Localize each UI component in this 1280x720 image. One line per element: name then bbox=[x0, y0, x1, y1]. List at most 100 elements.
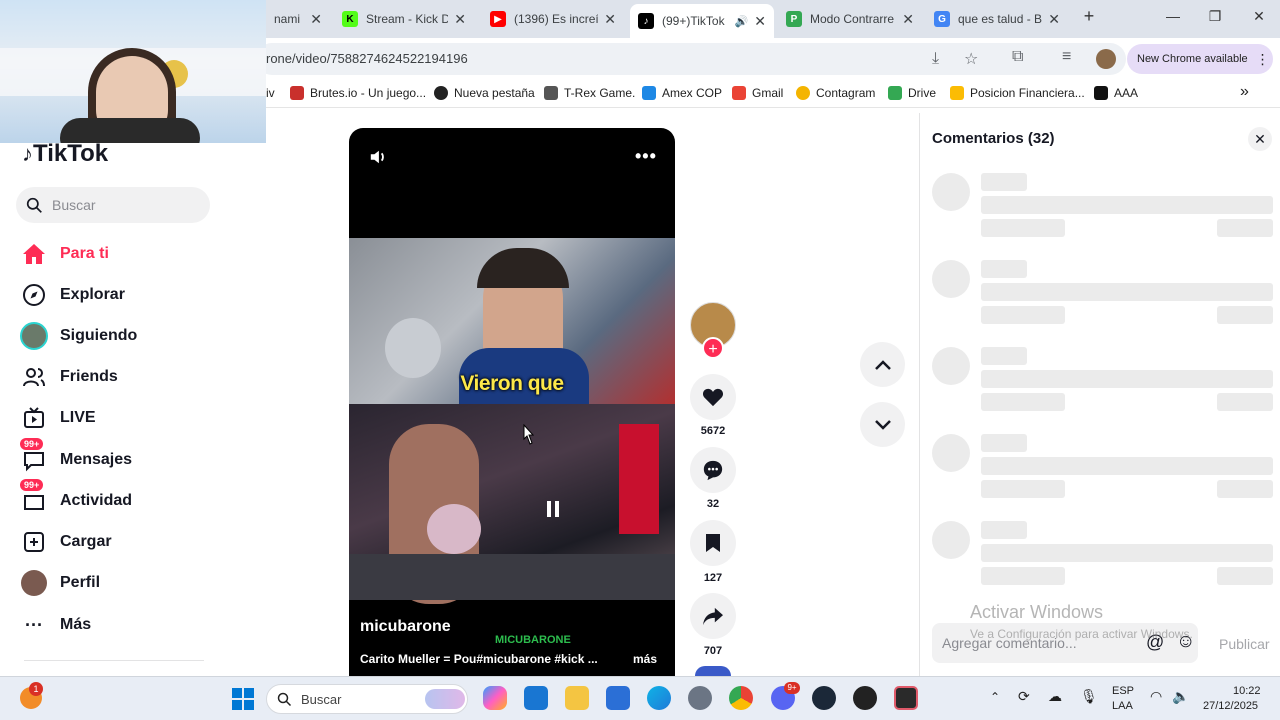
sync-icon[interactable]: ⟳ bbox=[1018, 688, 1030, 705]
address-bar[interactable]: rone/video/7588274624522194196 ⤓ ☆ bbox=[256, 43, 1126, 75]
maximize-button[interactable]: ❐ bbox=[1200, 8, 1230, 25]
bookmark-item[interactable]: Drive bbox=[888, 86, 936, 100]
microphone-icon[interactable]: 🎙 bbox=[1080, 688, 1098, 705]
see-more-link[interactable]: más bbox=[633, 652, 657, 666]
nav-item-mas[interactable]: ··· Más bbox=[20, 611, 91, 639]
comment-button[interactable] bbox=[690, 447, 736, 493]
music-disc-icon[interactable] bbox=[695, 666, 731, 676]
gmail-icon bbox=[732, 86, 746, 100]
like-button[interactable] bbox=[690, 374, 736, 420]
settings-gear-icon[interactable] bbox=[688, 686, 712, 710]
nav-item-mensajes[interactable]: 99+ Mensajes bbox=[20, 438, 132, 474]
clock-time[interactable]: 10:22 bbox=[1233, 685, 1261, 697]
language-indicator-sub[interactable]: LAA bbox=[1112, 700, 1133, 712]
steam-icon[interactable] bbox=[812, 686, 836, 710]
save-button[interactable] bbox=[690, 520, 736, 566]
taskbar-search[interactable]: Buscar bbox=[266, 684, 468, 714]
nav-item-cargar[interactable]: Cargar bbox=[20, 528, 112, 556]
nav-item-live[interactable]: LIVE bbox=[20, 404, 96, 432]
bookmark-item[interactable]: AAA bbox=[1094, 86, 1138, 100]
cloud-icon[interactable]: ☁ bbox=[1048, 688, 1062, 705]
bookmark-item[interactable]: Amex COP bbox=[642, 86, 722, 100]
new-chrome-available-button[interactable]: New Chrome available ⋮ bbox=[1127, 44, 1273, 74]
kick-favicon-icon: K bbox=[342, 11, 358, 27]
bookmark-item[interactable]: Nueva pestaña bbox=[434, 86, 535, 100]
new-tab-button[interactable]: + bbox=[1074, 6, 1104, 27]
bookmarks-overflow-icon[interactable]: » bbox=[1240, 83, 1249, 101]
previous-video-button[interactable] bbox=[860, 342, 905, 387]
file-explorer-icon[interactable] bbox=[565, 686, 589, 710]
nav-item-siguiendo[interactable]: Siguiendo bbox=[20, 322, 137, 350]
search-icon bbox=[26, 197, 42, 213]
outlook-icon[interactable] bbox=[524, 686, 548, 710]
notification-badge: 9+ bbox=[784, 682, 800, 694]
nav-item-perfil[interactable]: Perfil bbox=[20, 569, 100, 597]
close-window-button[interactable]: ✕ bbox=[1244, 8, 1274, 25]
nav-item-actividad[interactable]: 99+ Actividad bbox=[20, 479, 132, 515]
globe-icon bbox=[434, 86, 448, 100]
publish-button[interactable]: Publicar bbox=[1219, 636, 1270, 652]
epic-games-icon[interactable] bbox=[894, 686, 918, 710]
tiktok-logo[interactable]: ♪TikTok bbox=[22, 140, 108, 168]
browser-tab[interactable]: K Stream - Kick Da ✕ bbox=[334, 6, 474, 32]
extensions-icon[interactable]: ⧉ bbox=[1012, 48, 1023, 66]
next-video-button[interactable] bbox=[860, 402, 905, 447]
minimize-button[interactable]: — bbox=[1158, 8, 1188, 24]
audio-playing-icon[interactable]: 🔊 bbox=[735, 15, 749, 28]
close-comments-button[interactable]: ✕ bbox=[1248, 127, 1272, 151]
media-control-icon[interactable]: ≡ bbox=[1062, 48, 1071, 66]
close-tab-icon[interactable]: ✕ bbox=[754, 13, 766, 30]
follow-plus-icon[interactable]: + bbox=[702, 337, 724, 359]
copilot-icon[interactable] bbox=[483, 686, 507, 710]
activate-windows-watermark: Activar Windows bbox=[970, 602, 1104, 622]
video-player[interactable]: ••• Vieron que micubarone MICUBARONE Car… bbox=[349, 128, 675, 676]
browser-tab-active[interactable]: ♪ (99+)TikTok 🔊 ✕ bbox=[630, 4, 774, 38]
video-username[interactable]: micubarone bbox=[360, 618, 451, 636]
browser-tab[interactable]: ▶ (1396) Es increíb ✕ bbox=[482, 6, 624, 32]
kick-watermark: MICUBARONE bbox=[495, 634, 571, 646]
comment-skeleton bbox=[932, 173, 1274, 243]
more-options-icon[interactable]: ••• bbox=[635, 146, 657, 167]
share-button[interactable] bbox=[690, 593, 736, 639]
chrome-icon[interactable] bbox=[729, 686, 753, 710]
search-input[interactable]: Buscar bbox=[16, 187, 210, 223]
store-icon[interactable] bbox=[606, 686, 630, 710]
clock-date[interactable]: 27/12/2025 bbox=[1203, 700, 1258, 712]
nav-item-friends[interactable]: Friends bbox=[20, 363, 118, 391]
share-icon bbox=[703, 607, 723, 626]
url-text[interactable]: rone/video/7588274624522194196 bbox=[266, 51, 468, 66]
volume-icon[interactable] bbox=[369, 148, 387, 171]
bookmark-item[interactable]: Contagram bbox=[796, 86, 875, 100]
bookmark-item[interactable]: Gmail bbox=[732, 86, 783, 100]
windows-start-icon[interactable] bbox=[232, 688, 254, 710]
chevron-up-icon bbox=[874, 359, 891, 370]
wifi-icon[interactable]: ◠ bbox=[1150, 688, 1162, 705]
obs-icon[interactable] bbox=[853, 686, 877, 710]
close-tab-icon[interactable]: ✕ bbox=[454, 11, 466, 28]
close-tab-icon[interactable]: ✕ bbox=[1048, 11, 1060, 28]
profile-avatar-icon[interactable] bbox=[1096, 49, 1116, 69]
bookmark-item[interactable]: iv bbox=[266, 86, 275, 100]
browser-tab[interactable]: P Modo Contrarre ✕ bbox=[778, 6, 922, 32]
bookmark-star-icon[interactable]: ☆ bbox=[964, 49, 978, 69]
close-tab-icon[interactable]: ✕ bbox=[604, 11, 616, 28]
close-tab-icon[interactable]: ✕ bbox=[310, 11, 322, 28]
video-description: Carito Mueller = Pou#micubarone #kick ..… bbox=[360, 652, 598, 666]
close-tab-icon[interactable]: ✕ bbox=[902, 11, 914, 28]
pause-icon[interactable] bbox=[545, 500, 561, 523]
browser-tab[interactable]: G que es talud - B ✕ bbox=[926, 6, 1068, 32]
language-indicator[interactable]: ESP bbox=[1112, 685, 1134, 697]
bookmark-item[interactable]: Posicion Financiera... bbox=[950, 86, 1085, 100]
comment-skeleton bbox=[932, 521, 1274, 591]
save-count: 127 bbox=[703, 572, 723, 584]
browser-tab[interactable]: nami ✕ bbox=[266, 6, 330, 32]
nav-item-explorar[interactable]: Explorar bbox=[20, 281, 125, 309]
kebab-menu-icon: ⋮ bbox=[1255, 50, 1270, 67]
speaker-icon[interactable]: 🔈 bbox=[1172, 688, 1189, 705]
bookmark-item[interactable]: T-Rex Game. bbox=[544, 86, 635, 100]
nav-item-para-ti[interactable]: Para ti bbox=[20, 240, 109, 268]
install-app-icon[interactable]: ⤓ bbox=[932, 50, 939, 68]
bookmark-item[interactable]: Brutes.io - Un juego... bbox=[290, 86, 426, 100]
tray-overflow-icon[interactable]: ⌃ bbox=[990, 690, 1000, 704]
edge-icon[interactable] bbox=[647, 686, 671, 710]
